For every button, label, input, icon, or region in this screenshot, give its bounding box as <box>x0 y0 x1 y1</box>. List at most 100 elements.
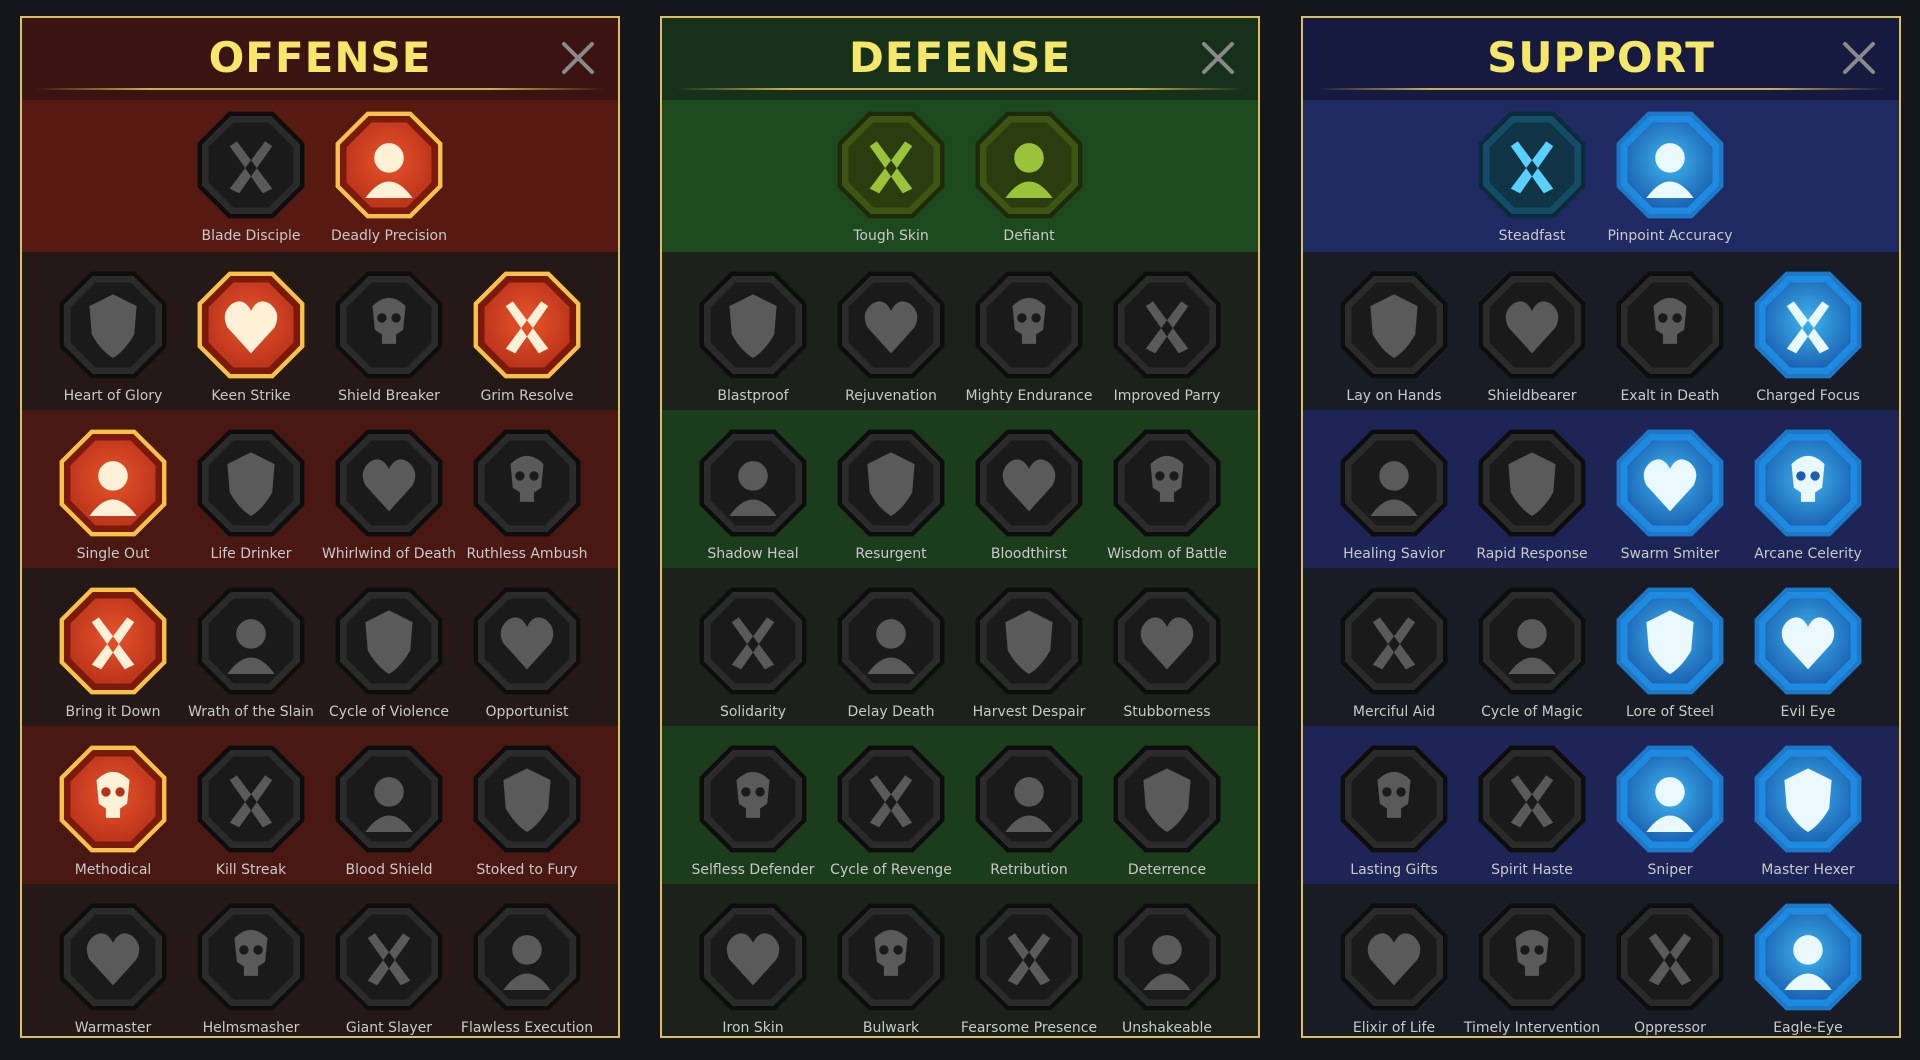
skill-flawless-execution[interactable]: Flawless Execution <box>458 898 596 1036</box>
skill-label: Bloodthirst <box>990 546 1068 562</box>
skill-mighty-endurance[interactable]: Mighty Endurance <box>960 266 1098 416</box>
skill-opportunist[interactable]: Opportunist <box>458 582 596 732</box>
skill-sniper[interactable]: Sniper <box>1601 740 1739 890</box>
skill-delay-death[interactable]: Delay Death <box>822 582 960 732</box>
skill-exalt-in-death[interactable]: Exalt in Death <box>1601 266 1739 416</box>
skill-shield-breaker[interactable]: Shield Breaker <box>320 266 458 416</box>
close-defense-button[interactable] <box>1198 38 1238 78</box>
skull-whirl-icon <box>335 429 443 537</box>
armored-warrior-icon <box>975 271 1083 379</box>
skill-rapid-response[interactable]: Rapid Response <box>1463 424 1601 574</box>
skill-helmsmasher[interactable]: Helmsmasher <box>182 898 320 1036</box>
octagon-face <box>70 598 156 684</box>
skill-wisdom-of-battle[interactable]: Wisdom of Battle <box>1098 424 1236 574</box>
skill-label: Sniper <box>1647 862 1693 878</box>
skill-timely-intervention[interactable]: Timely Intervention <box>1463 898 1601 1036</box>
skill-blood-shield[interactable]: Blood Shield <box>320 740 458 890</box>
skill-deterrence[interactable]: Deterrence <box>1098 740 1236 890</box>
skill-tough-skin[interactable]: Tough Skin <box>822 106 960 256</box>
skill-label: Rapid Response <box>1476 546 1588 562</box>
skill-healing-savior[interactable]: Healing Savior <box>1325 424 1463 574</box>
skill-rejuvenation[interactable]: Rejuvenation <box>822 266 960 416</box>
skill-stubborness[interactable]: Stubborness <box>1098 582 1236 732</box>
skill-arcane-celerity[interactable]: Arcane Celerity <box>1739 424 1877 574</box>
skill-whirlwind-of-death[interactable]: Whirlwind of Death <box>320 424 458 574</box>
scales-armor-icon <box>837 111 945 219</box>
skill-lore-of-steel[interactable]: Lore of Steel <box>1601 582 1739 732</box>
crossed-blades-icon <box>1113 271 1221 379</box>
skill-label: Master Hexer <box>1761 862 1855 878</box>
octagon-face <box>346 914 432 1000</box>
skill-label: Methodical <box>74 862 152 878</box>
skill-deadly-precision[interactable]: Deadly Precision <box>320 106 458 256</box>
skill-label: Shieldbearer <box>1487 388 1577 404</box>
skill-solidarity[interactable]: Solidarity <box>684 582 822 732</box>
skill-bloodthirst[interactable]: Bloodthirst <box>960 424 1098 574</box>
crowned-beast-icon <box>699 903 807 1011</box>
skill-shadow-heal[interactable]: Shadow Heal <box>684 424 822 574</box>
skill-iron-skin[interactable]: Iron Skin <box>684 898 822 1036</box>
skill-wrath-of-the-slain[interactable]: Wrath of the Slain <box>182 582 320 732</box>
eagle-head-icon <box>1754 903 1862 1011</box>
skill-warmaster[interactable]: Warmaster <box>44 898 182 1036</box>
skill-life-drinker[interactable]: Life Drinker <box>182 424 320 574</box>
skill-steadfast[interactable]: Steadfast <box>1463 106 1601 256</box>
skill-swarm-smiter[interactable]: Swarm Smiter <box>1601 424 1739 574</box>
skill-harvest-despair[interactable]: Harvest Despair <box>960 582 1098 732</box>
skill-improved-parry[interactable]: Improved Parry <box>1098 266 1236 416</box>
skill-single-out[interactable]: Single Out <box>44 424 182 574</box>
skill-ruthless-ambush[interactable]: Ruthless Ambush <box>458 424 596 574</box>
skill-label: Helmsmasher <box>202 1020 300 1036</box>
skill-bulwark[interactable]: Bulwark <box>822 898 960 1036</box>
skill-shieldbearer[interactable]: Shieldbearer <box>1463 266 1601 416</box>
skill-grim-resolve[interactable]: Grim Resolve <box>458 266 596 416</box>
close-offense-button[interactable] <box>558 38 598 78</box>
skill-cycle-of-violence[interactable]: Cycle of Violence <box>320 582 458 732</box>
skill-cycle-of-revenge[interactable]: Cycle of Revenge <box>822 740 960 890</box>
skill-charged-focus[interactable]: Charged Focus <box>1739 266 1877 416</box>
skill-blade-disciple[interactable]: Blade Disciple <box>182 106 320 256</box>
sage-head-icon <box>1113 429 1221 537</box>
skill-oppressor[interactable]: Oppressor <box>1601 898 1739 1036</box>
skill-label: Elixir of Life <box>1352 1020 1436 1036</box>
skill-bring-it-down[interactable]: Bring it Down <box>44 582 182 732</box>
fangs-icon <box>197 429 305 537</box>
skill-keen-strike[interactable]: Keen Strike <box>182 266 320 416</box>
compass-star-icon <box>1340 745 1448 853</box>
skill-unshakeable[interactable]: Unshakeable <box>1098 898 1236 1036</box>
title-divider <box>676 88 1244 90</box>
octagon-face <box>484 282 570 368</box>
skill-label: Heart of Glory <box>63 388 163 404</box>
skill-methodical[interactable]: Methodical <box>44 740 182 890</box>
spiked-skull-icon <box>975 745 1083 853</box>
skill-lay-on-hands[interactable]: Lay on Hands <box>1325 266 1463 416</box>
skill-blastproof[interactable]: Blastproof <box>684 266 822 416</box>
skill-evil-eye[interactable]: Evil Eye <box>1739 582 1877 732</box>
skill-merciful-aid[interactable]: Merciful Aid <box>1325 582 1463 732</box>
running-defender-icon <box>699 745 807 853</box>
skill-defiant[interactable]: Defiant <box>960 106 1098 256</box>
skill-lasting-gifts[interactable]: Lasting Gifts <box>1325 740 1463 890</box>
close-support-button[interactable] <box>1839 38 1879 78</box>
skill-spirit-haste[interactable]: Spirit Haste <box>1463 740 1601 890</box>
skill-cycle-of-magic[interactable]: Cycle of Magic <box>1463 582 1601 732</box>
skill-selfless-defender[interactable]: Selfless Defender <box>684 740 822 890</box>
skill-giant-slayer[interactable]: Giant Slayer <box>320 898 458 1036</box>
title-divider <box>1317 88 1885 90</box>
comet-cycle-icon <box>1478 587 1586 695</box>
skill-eagle-eye[interactable]: Eagle-Eye <box>1739 898 1877 1036</box>
skill-master-hexer[interactable]: Master Hexer <box>1739 740 1877 890</box>
skill-kill-streak[interactable]: Kill Streak <box>182 740 320 890</box>
skull-heart-icon <box>975 429 1083 537</box>
skill-pinpoint-accuracy[interactable]: Pinpoint Accuracy <box>1601 106 1739 256</box>
skill-fearsome-presence[interactable]: Fearsome Presence <box>960 898 1098 1036</box>
skill-label: Solidarity <box>719 704 787 720</box>
skill-label: Keen Strike <box>211 388 291 404</box>
arrows-target-icon <box>59 745 167 853</box>
skill-heart-of-glory[interactable]: Heart of Glory <box>44 266 182 416</box>
skill-elixir-of-life[interactable]: Elixir of Life <box>1325 898 1463 1036</box>
skill-label: Exalt in Death <box>1620 388 1720 404</box>
skill-resurgent[interactable]: Resurgent <box>822 424 960 574</box>
skill-retribution[interactable]: Retribution <box>960 740 1098 890</box>
skill-stoked-to-fury[interactable]: Stoked to Fury <box>458 740 596 890</box>
